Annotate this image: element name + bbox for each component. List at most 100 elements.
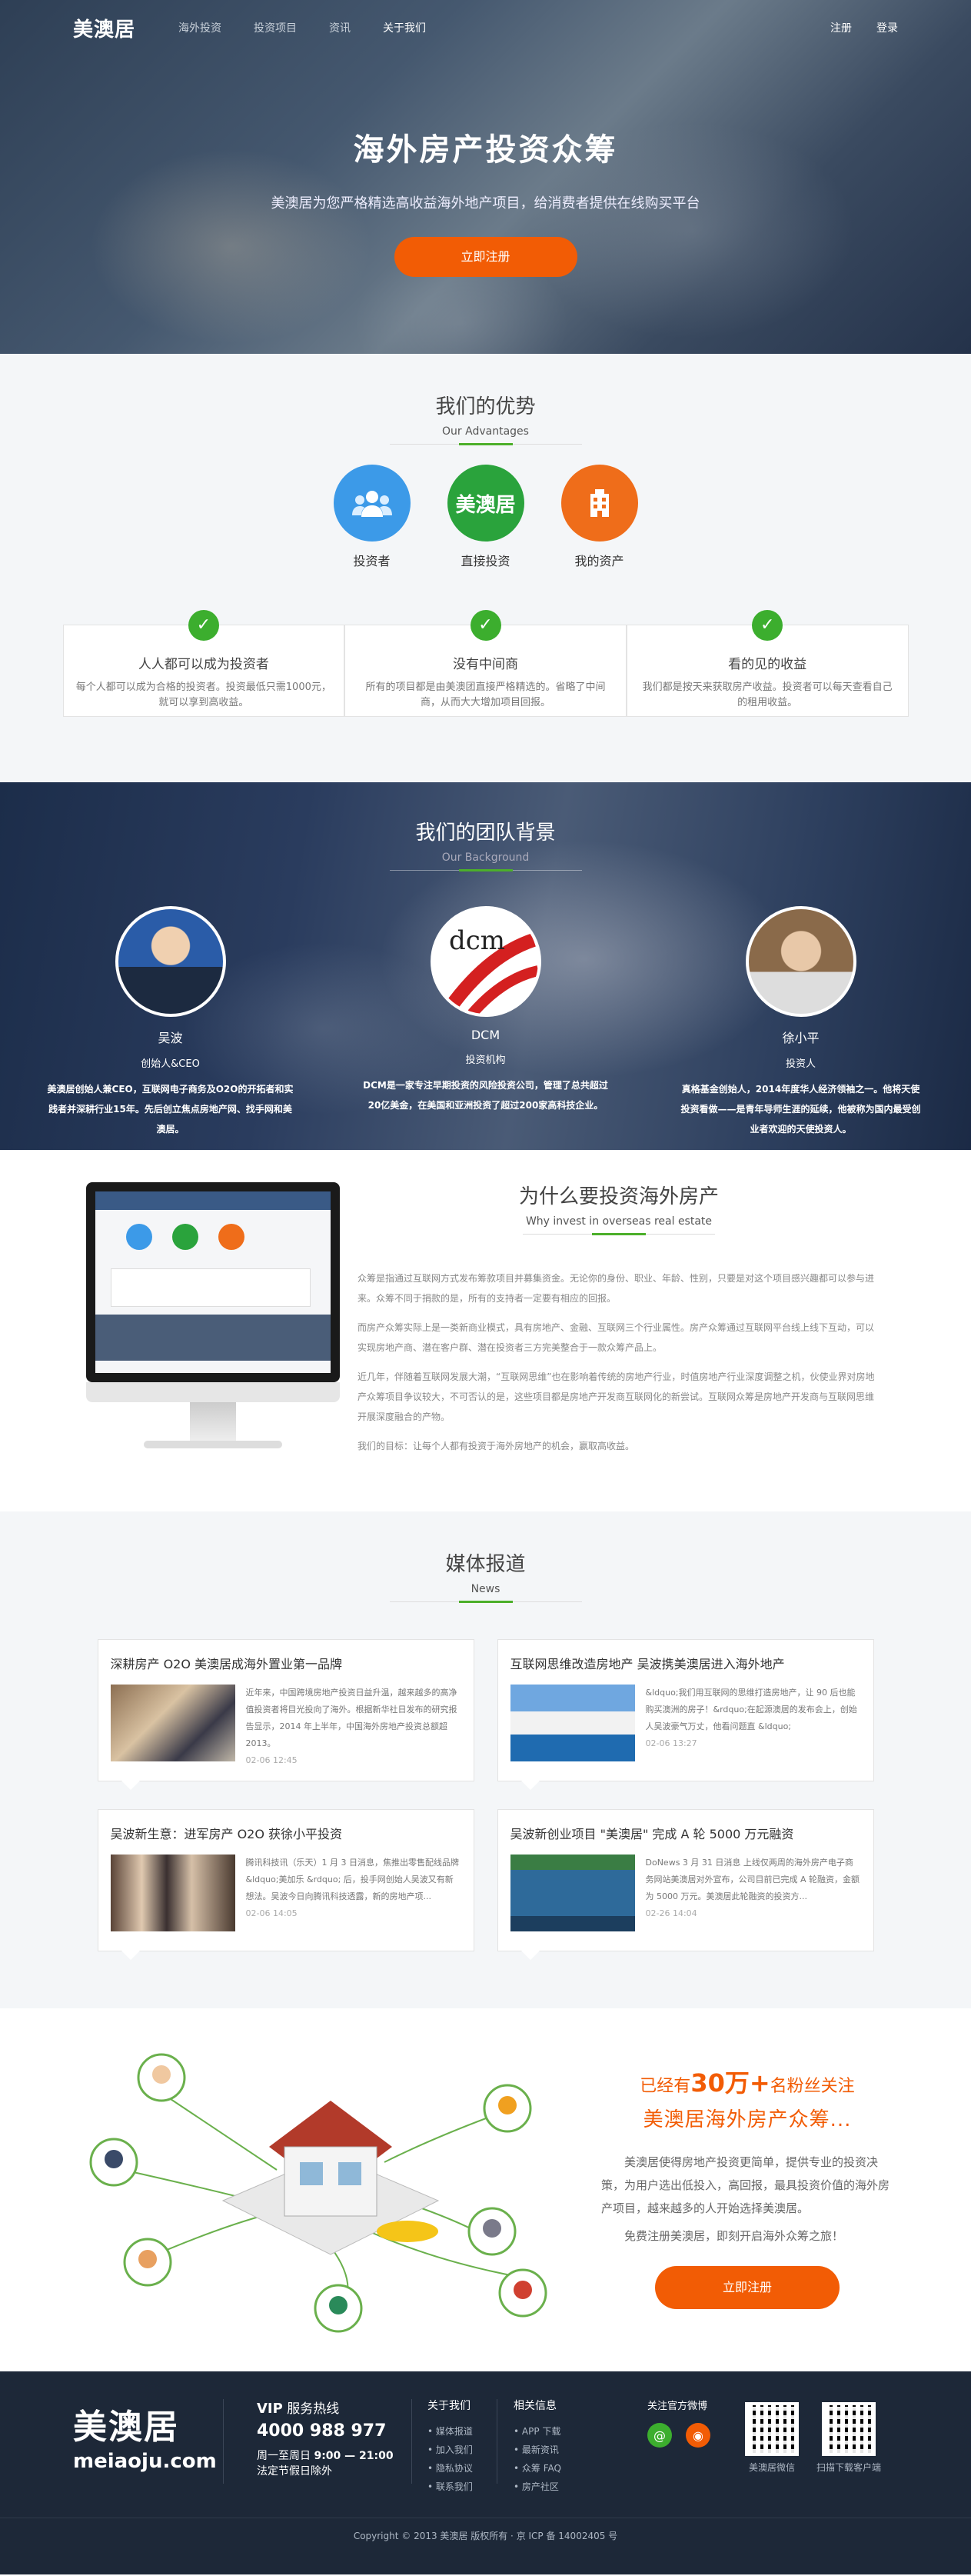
qr-code-icon (822, 2402, 876, 2456)
news-thumbnail[interactable] (110, 1685, 235, 1761)
news-card[interactable]: 吴波新生意：进军房产 O2O 获徐小平投资 腾讯科技讯（乐天）1 月 3 日消息… (97, 1809, 474, 1960)
advantage-label: 投资者 (353, 554, 391, 568)
main-menu: 海外投资 投资项目 资讯 关于我们 (178, 20, 426, 35)
nav-link-projects[interactable]: 投资项目 (254, 20, 297, 35)
news-subtitle: News (471, 1583, 500, 1595)
member-role: 投资人 (785, 1058, 816, 1070)
wechat-qr: 美澳居微信 (740, 2402, 804, 2474)
news-card[interactable]: 吴波新创业项目 "美澳居" 完成 A 轮 5000 万元融资 DoNews 3 … (497, 1809, 874, 1960)
service-hotline: VIP 服务热线 4000 988 977 周一至周日 9:00 — 21:00… (257, 2401, 394, 2478)
check-icon: ✓ (188, 610, 219, 641)
register-link[interactable]: 注册 (830, 20, 852, 35)
member-role: 创始人&CEO (141, 1058, 200, 1070)
news-section: 媒体报道 News 深耕房产 O2O 美澳居成海外置业第一品牌 近年来，中国跨境… (0, 1511, 971, 2008)
why-paragraph: 我们的目标：让每个人都有投资于海外房地产的机会，赢取高收益。 (357, 1441, 635, 1451)
news-title: 媒体报道 (445, 1553, 526, 1576)
fans-line: 已经有30万+名粉丝关注 (640, 2068, 855, 2098)
news-date: 02-26 14:04 (645, 1908, 697, 1918)
building-icon (560, 465, 638, 542)
nav-link-overseas-invest[interactable]: 海外投资 (178, 20, 221, 35)
footer-logo[interactable]: 美澳居 meiaoju.com (73, 2399, 217, 2473)
wechat-icon[interactable]: @ (647, 2423, 672, 2448)
team-subtitle: Our Background (441, 851, 530, 864)
hero-register-button[interactable]: 立即注册 (394, 237, 577, 277)
news-headline[interactable]: 互联网思维改造房地产 吴波携美澳居进入海外地产 (510, 1654, 861, 1672)
nav-link-news[interactable]: 资讯 (329, 20, 351, 35)
advantage-icons: 投资者 美澳居 直接投资 我的资产 (0, 465, 971, 569)
advantage-my-assets: 我的资产 (560, 465, 638, 569)
footer: 美澳居 meiaoju.com VIP 服务热线 4000 988 977 周一… (0, 2371, 971, 2574)
news-date: 02-06 13:27 (645, 1738, 697, 1748)
info-links: 相关信息 APP 下载 最新资讯 众筹 FAQ 房产社区 (514, 2398, 561, 2496)
hotline-number: 4000 988 977 (257, 2421, 387, 2441)
title-divider (389, 443, 582, 445)
advantages-section: 我们的优势 Our Advantages 投资者 美澳居 直接投资 我的资产 ✓… (0, 354, 971, 782)
news-headline[interactable]: 深耕房产 O2O 美澳居成海外置业第一品牌 (111, 1654, 461, 1672)
footer-link[interactable]: 众筹 FAQ (514, 2459, 561, 2478)
auth-links: 注册 登录 (830, 20, 898, 35)
app-qr: 扫描下载客户端 (816, 2402, 881, 2474)
news-excerpt: DoNews 3 月 31 日消息 上线仅两周的海外房产电子商务网站美澳居对外宣… (645, 1858, 860, 1901)
nav-link-about[interactable]: 关于我们 (383, 20, 426, 35)
advantage-investors: 投资者 (333, 465, 411, 569)
news-date: 02-06 12:45 (245, 1755, 298, 1765)
join-paragraph: 免费注册美澳居，即刻开启海外众筹之旅！ (624, 2229, 844, 2243)
footer-link[interactable]: 联系我们 (427, 2478, 473, 2496)
team-section: 我们的团队背景 Our Background 吴波 创始人&CEO 美澳居创始人… (0, 782, 971, 1150)
advantages-title: 我们的优势 (435, 395, 536, 418)
member-name: DCM (471, 1028, 500, 1042)
why-paragraph: 而房产众筹实际上是一类新商业模式，具有房地产、金融、互联网三个行业属性。房产众筹… (357, 1322, 875, 1353)
footer-link[interactable]: 媒体报道 (427, 2422, 473, 2441)
join-register-button[interactable]: 立即注册 (655, 2266, 840, 2309)
join-section: 已经有30万+名粉丝关注 美澳居海外房产众筹... 美澳居使得房地产投资更简单，… (0, 2008, 971, 2371)
title-divider (389, 869, 582, 871)
team-member: dcm DCM 投资机构 DCM是一家专注早期投资的风险投资公司，管理了总共超过… (363, 906, 609, 1139)
site-logo[interactable]: 美澳居 (73, 14, 135, 42)
advantage-card: ✓ 没有中间商 所有的项目都是由美澳团直接严格精选的。省略了中间商，从而大大增加… (344, 610, 627, 717)
brand-logo-icon: 美澳居 (447, 465, 524, 542)
advantage-card-title: 人人都可以成为投资者 (138, 657, 269, 672)
team-title: 我们的团队背景 (415, 821, 556, 845)
title-divider (523, 1233, 715, 1235)
news-date: 02-06 14:05 (245, 1908, 298, 1918)
news-thumbnail[interactable] (110, 1855, 235, 1931)
advantage-cards: ✓ 人人都可以成为投资者 每个人都可以成为合格的投资者。投资最低只需1000元，… (62, 610, 909, 717)
news-headline[interactable]: 吴波新生意：进军房产 O2O 获徐小平投资 (111, 1824, 461, 1842)
why-paragraph: 近几年，伴随着互联网发展大潮，“互联网思维”也在影响着传统的房地产行业，时值房地… (357, 1371, 875, 1422)
news-grid: 深耕房产 O2O 美澳居成海外置业第一品牌 近年来，中国跨境房地产投资日益升温，… (97, 1639, 874, 1960)
weibo-icon[interactable]: ◉ (686, 2423, 710, 2448)
news-thumbnail[interactable] (510, 1855, 635, 1931)
hero-banner: 美澳居 海外投资 投资项目 资讯 关于我们 注册 登录 海外房产投资众筹 美澳居… (0, 0, 971, 354)
top-nav: 美澳居 海外投资 投资项目 资讯 关于我们 注册 登录 (0, 0, 971, 55)
member-desc: 真格基金创始人，2014年度华人经济领袖之一。他将天使投资看做——是青年导师生涯… (680, 1084, 921, 1135)
monitor-illustration (86, 1182, 340, 1448)
qr-code-icon (745, 2402, 799, 2456)
news-thumbnail[interactable] (510, 1685, 635, 1761)
footer-link[interactable]: APP 下载 (514, 2422, 561, 2441)
footer-link[interactable]: 最新资讯 (514, 2441, 561, 2459)
news-card[interactable]: 互联网思维改造房地产 吴波携美澳居进入海外地产 &ldquo;我们用互联网的思维… (497, 1639, 874, 1790)
service-hours: 周一至周日 9:00 — 21:00 法定节假日除外 (257, 2450, 394, 2478)
member-name: 吴波 (158, 1031, 183, 1045)
fans-count: 30万+ (690, 2068, 770, 2098)
hero-title: 海外房产投资众筹 (353, 132, 618, 168)
footer-link[interactable]: 加入我们 (427, 2441, 473, 2459)
member-desc: DCM是一家专注早期投资的风险投资公司，管理了总共超过20亿美金，在美国和亚洲投… (363, 1080, 608, 1111)
check-icon: ✓ (470, 610, 501, 641)
team-members: 吴波 创始人&CEO 美澳居创始人兼CEO，互联网电子商务及O2O的开拓者和实践… (0, 906, 971, 1139)
news-headline[interactable]: 吴波新创业项目 "美澳居" 完成 A 轮 5000 万元融资 (510, 1824, 861, 1842)
member-name: 徐小平 (782, 1031, 820, 1045)
advantage-label: 我的资产 (574, 554, 624, 568)
investors-icon (333, 465, 411, 542)
why-title: 为什么要投资海外房产 (518, 1185, 719, 1208)
footer-link[interactable]: 隐私协议 (427, 2459, 473, 2478)
login-link[interactable]: 登录 (876, 20, 898, 35)
member-role: 投资机构 (465, 1055, 506, 1066)
join-slogan: 美澳居海外房产众筹... (643, 2108, 852, 2131)
advantage-label: 直接投资 (461, 554, 510, 568)
social-follow: 关注官方微博 @ ◉ (647, 2398, 710, 2448)
footer-link[interactable]: 房产社区 (514, 2478, 561, 2496)
news-card[interactable]: 深耕房产 O2O 美澳居成海外置业第一品牌 近年来，中国跨境房地产投资日益升温，… (97, 1639, 474, 1790)
advantage-card: ✓ 人人都可以成为投资者 每个人都可以成为合格的投资者。投资最低只需1000元，… (62, 610, 345, 717)
advantage-card-title: 看的见的收益 (728, 657, 807, 672)
